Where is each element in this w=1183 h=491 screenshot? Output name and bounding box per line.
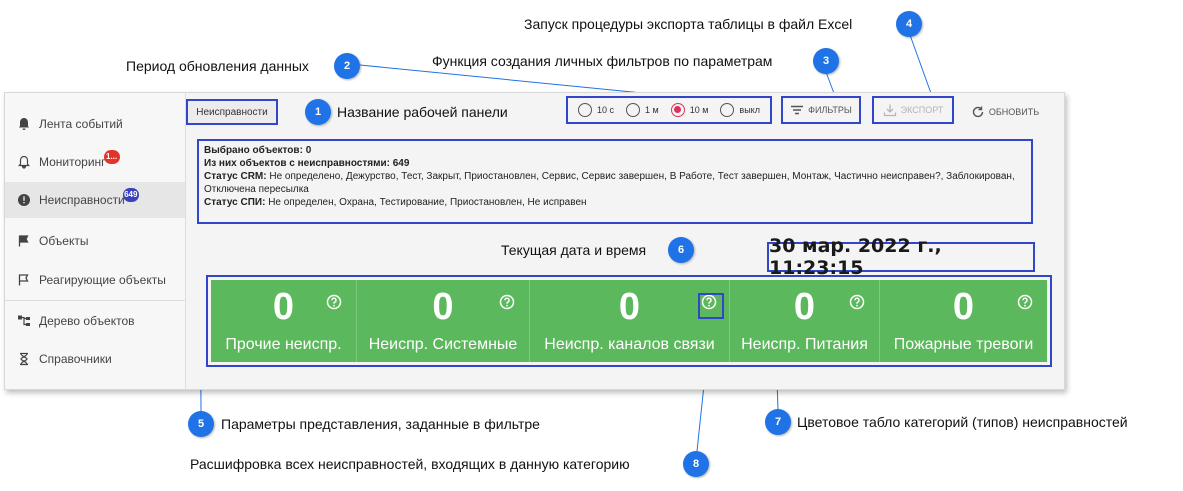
selected-objects-value: 0	[305, 145, 312, 156]
spi-status-value: Не определен, Охрана, Тестирование, Прио…	[268, 197, 587, 208]
current-datetime: 30 мар. 2022 г., 11:23:15	[767, 235, 1035, 279]
refresh-icon	[972, 106, 984, 118]
flag-icon	[18, 235, 29, 247]
tile-fire-alarms: 0 Пожарные тревоги	[880, 280, 1047, 362]
radio-label: 1 м	[645, 105, 659, 115]
tile-label: Неиспр. Системные	[368, 336, 518, 353]
bell-icon	[19, 118, 29, 130]
sidebar-item-monitoring[interactable]: Мониторинг 1...	[5, 144, 185, 180]
bell-outline-icon	[18, 155, 30, 169]
sidebar: Лента событий Мониторинг 1... Неисправно…	[5, 93, 186, 389]
callout-4-marker: 4	[896, 11, 922, 37]
radio-label: 10 м	[689, 105, 709, 115]
radio-icon	[626, 103, 641, 117]
callout-3-text: Функция создания личных фильтров по пара…	[432, 53, 773, 69]
tile-label: Неиспр. Питания	[741, 336, 868, 353]
tile-other-faults: 0 Прочие неиспр.	[211, 280, 357, 362]
export-button-label: ЭКСПОРТ	[900, 105, 944, 115]
filters-button-label: ФИЛЬТРЫ	[808, 105, 852, 115]
flag-outline-icon	[18, 274, 29, 286]
callout-1-text: Название рабочей панели	[337, 104, 508, 120]
faulty-objects-label: Из них объектов с неисправностями:	[204, 158, 390, 169]
callout-2-marker: 2	[334, 53, 360, 79]
hourglass-icon	[20, 352, 28, 366]
radio-selected-icon	[670, 103, 685, 117]
callout-5-marker: 5	[188, 411, 214, 437]
faults-count-badge: 649	[122, 188, 139, 202]
filter-parameters-panel: Выбрано объектов: 0 Из них объектов с не…	[197, 139, 1033, 224]
tree-icon	[18, 315, 30, 326]
callout-3-marker: 3	[813, 48, 839, 74]
filter-icon	[791, 105, 804, 115]
spi-status-label: Статус СПИ:	[204, 197, 266, 208]
crm-status-label: Статус CRM:	[204, 171, 267, 182]
callout-4-text: Запуск процедуры экспорта таблицы в файл…	[524, 16, 853, 32]
sidebar-item-objects[interactable]: Объекты	[5, 223, 185, 259]
faulty-objects-value: 649	[392, 158, 410, 169]
radio-icon	[578, 103, 592, 117]
tile-label: Прочие неиспр.	[225, 336, 342, 353]
callout-5-text: Параметры представления, заданные в филь…	[221, 416, 540, 432]
sidebar-item-label: Мониторинг	[39, 155, 106, 169]
sidebar-item-label: Объекты	[39, 234, 89, 248]
refresh-button[interactable]: ОБНОВИТЬ	[964, 98, 1046, 126]
sidebar-item-label: Дерево объектов	[39, 314, 135, 328]
sidebar-item-label: Реагирующие объекты	[39, 273, 166, 287]
selected-objects-label: Выбрано объектов:	[204, 145, 303, 156]
sidebar-item-responding-objects[interactable]: Реагирующие объекты	[5, 262, 185, 298]
refresh-option-off[interactable]: выкл	[720, 103, 760, 117]
sidebar-item-directories[interactable]: Справочники	[5, 341, 185, 377]
tile-power-faults: 0 Неиспр. Питания	[730, 280, 880, 362]
fault-categories-board: 0 Прочие неиспр. 0 Неиспр. Системные 0 Н…	[211, 280, 1047, 362]
radio-label: выкл	[739, 105, 760, 115]
radio-icon	[720, 103, 735, 117]
help-icon[interactable]	[849, 294, 865, 310]
sidebar-item-object-tree[interactable]: Дерево объектов	[5, 303, 185, 339]
export-button[interactable]: ЭКСПОРТ	[872, 96, 954, 124]
tile-label: Пожарные тревоги	[893, 336, 1034, 353]
callout-8-text: Расшифровка всех неисправностей, входящи…	[190, 456, 630, 472]
tile-system-faults: 0 Неиспр. Системные	[357, 280, 530, 362]
notification-badge: 1...	[103, 150, 120, 164]
refresh-period-radio-group: 10 с 1 м 10 м выкл	[566, 96, 772, 124]
callout-6-marker: 6	[668, 237, 694, 263]
sidebar-item-event-feed[interactable]: Лента событий	[5, 106, 185, 142]
help-icon[interactable]	[499, 294, 515, 310]
refresh-option-1m[interactable]: 1 м	[626, 103, 659, 117]
help-icon[interactable]	[1017, 294, 1033, 310]
tile-label: Неиспр. каналов связи	[544, 336, 715, 353]
callout-1-marker: 1	[305, 99, 331, 125]
refresh-button-label: ОБНОВИТЬ	[988, 107, 1040, 117]
refresh-option-10s[interactable]: 10 с	[578, 103, 614, 117]
help-icon-highlight	[698, 293, 724, 319]
refresh-option-10m[interactable]: 10 м	[670, 103, 709, 117]
filters-button[interactable]: ФИЛЬТРЫ	[781, 96, 861, 124]
callout-8-marker: 8	[683, 451, 709, 477]
crm-status-value: Не определено, Дежурство, Тест, Закрыт, …	[204, 171, 1015, 195]
sidebar-item-label: Неисправности	[39, 193, 125, 207]
download-icon	[883, 104, 896, 117]
callout-2-text: Период обновления данных	[126, 58, 309, 74]
sidebar-divider	[5, 300, 185, 301]
help-icon[interactable]	[326, 294, 342, 310]
callout-7-marker: 7	[765, 409, 791, 435]
alert-circle-icon	[18, 194, 30, 206]
sidebar-item-faults[interactable]: Неисправности 649	[5, 182, 185, 218]
sidebar-item-label: Лента событий	[39, 117, 123, 131]
radio-label: 10 с	[597, 105, 615, 115]
sidebar-item-label: Справочники	[39, 352, 112, 366]
callout-6-text: Текущая дата и время	[501, 242, 647, 258]
panel-name-tab[interactable]: Неисправности	[186, 99, 278, 125]
callout-7-text: Цветовое табло категорий (типов) неиспра…	[797, 414, 1128, 430]
